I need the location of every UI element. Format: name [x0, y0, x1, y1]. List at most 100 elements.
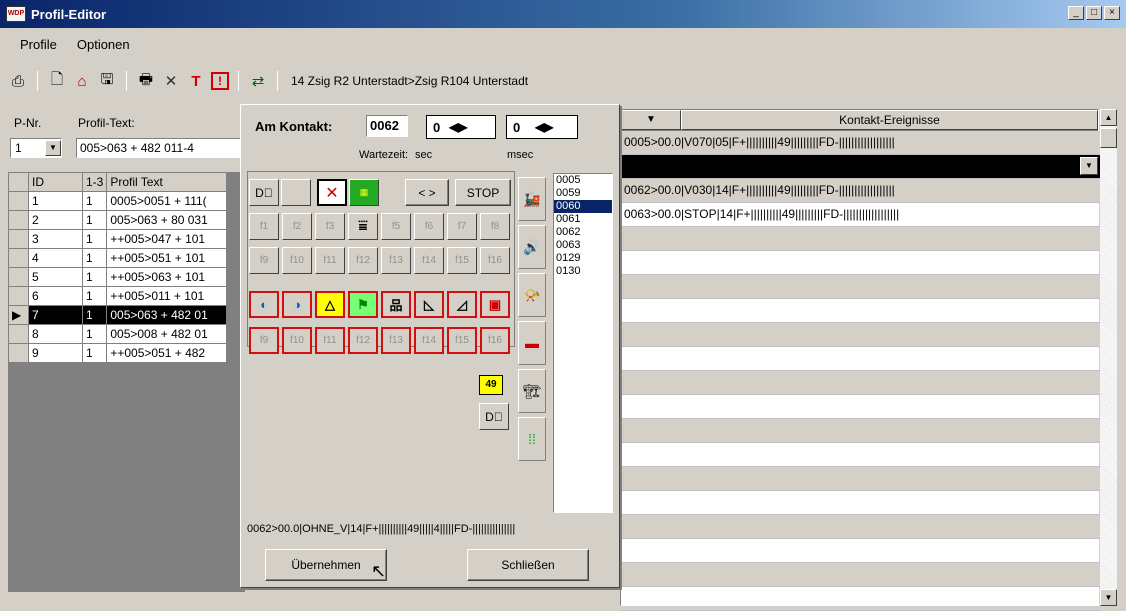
function-key[interactable]: f11	[315, 247, 345, 274]
event-row[interactable]: 0005>00.0|V070|05|F+||||||||||49||||||||…	[621, 131, 1100, 155]
sort-down-icon[interactable]: ▼	[621, 110, 681, 130]
event-row[interactable]	[621, 443, 1100, 467]
function-key[interactable]: f10	[282, 327, 312, 354]
table-row[interactable]: 2 1 005>063 + 80 031	[8, 210, 228, 230]
function-key[interactable]: f9	[249, 327, 279, 354]
arrows-button[interactable]: < >	[405, 179, 449, 206]
function-key[interactable]: f7	[447, 213, 477, 240]
table-row[interactable]: 8 1 005>008 + 482 01	[8, 324, 228, 344]
new-icon[interactable]: 🗋	[47, 71, 67, 91]
row-indicator[interactable]	[8, 191, 29, 211]
light-icon[interactable]: D⃟	[249, 179, 279, 206]
scroll-thumb[interactable]	[1100, 128, 1117, 148]
contact-list[interactable]: 0005 0059 0060 0061 0062 0063 0129 0130	[553, 173, 613, 513]
function-key[interactable]: f11	[315, 327, 345, 354]
delete-icon[interactable]: ✕	[161, 71, 181, 91]
list-item[interactable]: 0061	[554, 213, 612, 226]
profiltext-input[interactable]: 005>063 + 482 011-4	[76, 138, 246, 158]
headlight-right-icon[interactable]: ◑	[282, 291, 312, 318]
maximize-button[interactable]: □	[1086, 6, 1102, 20]
function-key[interactable]: f15	[447, 247, 477, 274]
event-row[interactable]	[621, 371, 1100, 395]
event-row[interactable]	[621, 539, 1100, 563]
row-indicator[interactable]	[8, 248, 29, 268]
event-row[interactable]	[621, 347, 1100, 371]
function-key[interactable]: f16	[480, 247, 510, 274]
list-item[interactable]: 0060	[554, 200, 612, 213]
crane-icon[interactable]: 🏗	[518, 369, 546, 413]
function-key[interactable]: f5	[381, 213, 411, 240]
function-key[interactable]: f2	[282, 213, 312, 240]
decrease-icon[interactable]: ◀	[449, 120, 458, 134]
event-row[interactable]	[621, 323, 1100, 347]
sec-spinner[interactable]: 0 ◀ ▶	[426, 115, 496, 139]
table-row[interactable]: 9 1 ++005>051 + 482	[8, 343, 228, 363]
apply-button[interactable]: Übernehmen	[265, 549, 387, 581]
row-indicator[interactable]	[8, 229, 29, 249]
function-key[interactable]: ⩸	[348, 213, 378, 240]
function-key[interactable]: f6	[414, 213, 444, 240]
list-item[interactable]: 0130	[554, 265, 612, 278]
function-key[interactable]: f12	[348, 247, 378, 274]
event-row[interactable]: 0063>00.0|STOP|14|F+||||||||||49||||||||…	[621, 203, 1100, 227]
event-row[interactable]	[621, 563, 1100, 587]
coupler-icon[interactable]: ⚑	[348, 291, 378, 318]
event-row[interactable]	[621, 515, 1100, 539]
event-row[interactable]	[621, 491, 1100, 515]
stop-button[interactable]: STOP	[455, 179, 511, 206]
minimize-button[interactable]: _	[1068, 6, 1084, 20]
chevron-down-icon[interactable]: ▼	[45, 140, 61, 156]
list-item[interactable]: 0063	[554, 239, 612, 252]
blank-button[interactable]	[281, 179, 311, 206]
function-key[interactable]: f15	[447, 327, 477, 354]
function-key[interactable]: f12	[348, 327, 378, 354]
t-icon[interactable]: T	[186, 71, 206, 91]
pantograph-icon[interactable]: 品	[381, 291, 411, 318]
row-indicator[interactable]	[8, 210, 29, 230]
grid-icon[interactable]: ⁞⁞	[518, 417, 546, 461]
increase-icon[interactable]: ▶	[544, 120, 553, 134]
col-profiltext[interactable]: Profil Text	[106, 172, 228, 192]
row-indicator[interactable]	[8, 267, 29, 287]
locomotive-icon[interactable]: 🚂	[518, 177, 546, 221]
increase-icon[interactable]: ▶	[458, 120, 467, 134]
list-item[interactable]: 0059	[554, 187, 612, 200]
no-image-icon[interactable]: ✕	[317, 179, 347, 206]
function-key[interactable]: f1	[249, 213, 279, 240]
table-row[interactable]: 3 1 ++005>047 + 101	[8, 229, 228, 249]
col-id[interactable]: ID	[28, 172, 83, 192]
function-key[interactable]: f16	[480, 327, 510, 354]
event-row[interactable]: 0062>00.0|V030|14|F+||||||||||49||||||||…	[621, 179, 1100, 203]
function-key[interactable]: f3	[315, 213, 345, 240]
table-row[interactable]: 5 1 ++005>063 + 101	[8, 267, 228, 287]
print-preview-icon[interactable]: ⎙	[8, 71, 28, 91]
event-row[interactable]	[621, 395, 1100, 419]
function-key[interactable]: f14	[414, 327, 444, 354]
alert-icon[interactable]: !	[211, 72, 229, 90]
event-row[interactable]	[621, 299, 1100, 323]
function-key[interactable]: f9	[249, 247, 279, 274]
function-key[interactable]: f8	[480, 213, 510, 240]
decrease-icon[interactable]: ◀	[535, 120, 544, 134]
msec-spinner[interactable]: 0 ◀ ▶	[506, 115, 578, 139]
event-row[interactable]	[621, 419, 1100, 443]
table-row[interactable]: 1 1 0005>0051 + 111(	[8, 191, 228, 211]
kontakt-input[interactable]: 0062	[366, 115, 408, 137]
horn-icon[interactable]: 📯	[518, 273, 546, 317]
close-button[interactable]: Schließen	[467, 549, 589, 581]
close-window-button[interactable]: ×	[1104, 6, 1120, 20]
house-icon[interactable]: ⌂	[72, 71, 92, 91]
table-row[interactable]: 4 1 ++005>051 + 101	[8, 248, 228, 268]
headlight-left-icon[interactable]: ◐	[249, 291, 279, 318]
event-row[interactable]	[621, 227, 1100, 251]
table-row[interactable]: 6 1 ++005>011 + 101	[8, 286, 228, 306]
event-editor-row[interactable]: ▼	[621, 155, 1100, 179]
menu-optionen[interactable]: Optionen	[77, 37, 130, 59]
event-row[interactable]	[621, 587, 1100, 611]
table-row[interactable]: ▶ 7 1 005>063 + 482 01	[8, 305, 228, 325]
board-icon[interactable]: ▦	[349, 179, 379, 206]
light-off-icon[interactable]: D⃟	[479, 403, 509, 430]
row-indicator[interactable]	[8, 343, 29, 363]
chevron-down-icon[interactable]: ▼	[1080, 157, 1098, 175]
event-row[interactable]	[621, 251, 1100, 275]
